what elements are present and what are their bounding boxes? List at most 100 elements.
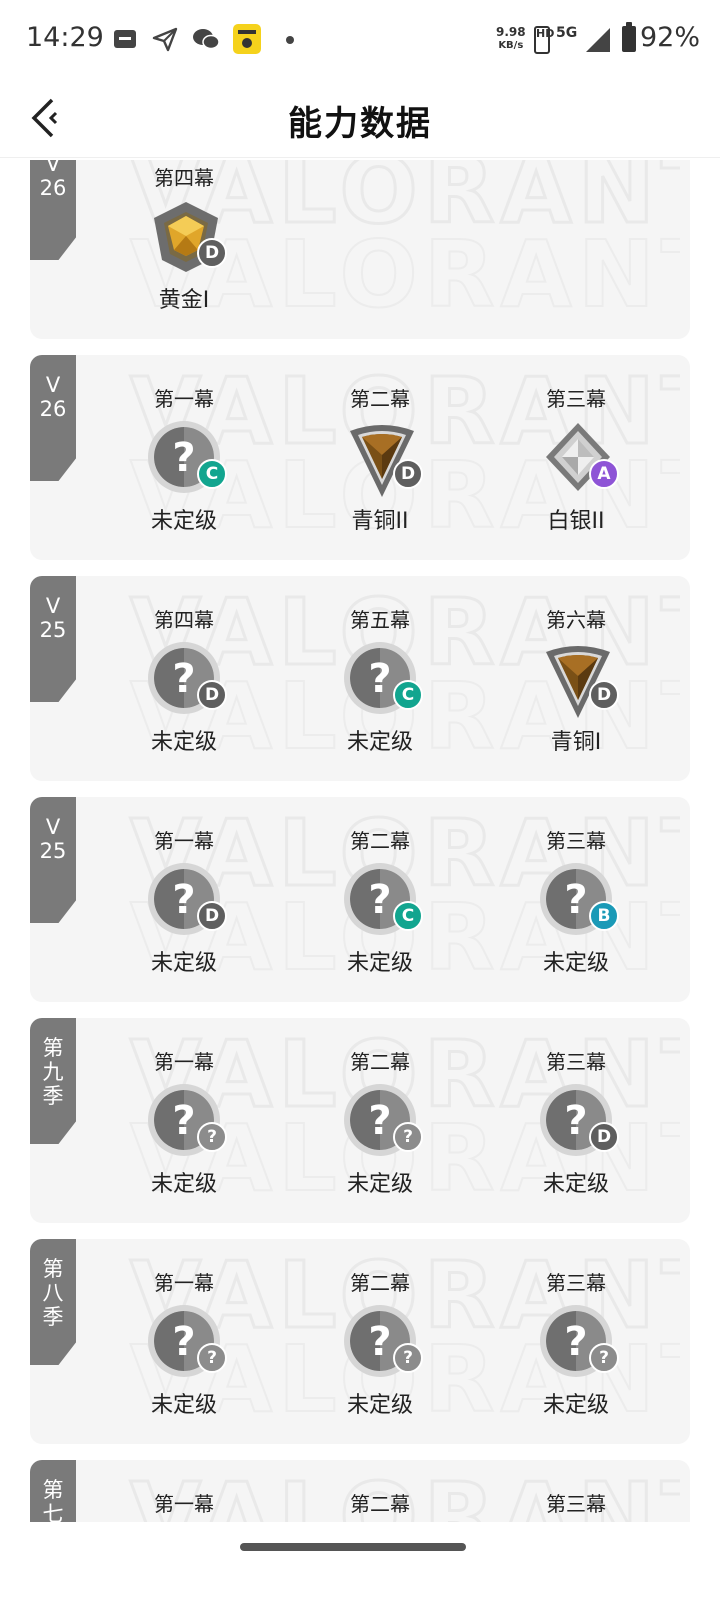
home-indicator[interactable]: [240, 1543, 466, 1551]
act-item[interactable]: 第一幕 ? C 未定级: [104, 355, 264, 560]
season-tag: V 25: [30, 576, 76, 702]
grade-badge: D: [197, 680, 227, 710]
act-item[interactable]: 第一幕 ? D 未定级: [104, 797, 264, 1002]
act-item[interactable]: 第一幕: [104, 1460, 264, 1522]
rank-name: 未定级: [542, 1393, 609, 1418]
grade-badge: D: [589, 680, 619, 710]
act-item[interactable]: 第六幕 D 青铜I: [496, 576, 656, 781]
battery-icon: [622, 22, 636, 52]
svg-text:?: ?: [172, 1098, 195, 1144]
season-card[interactable]: VALORANT VALORANT V26第一幕 ? C未定级第二幕 D青铜II…: [30, 355, 690, 560]
season-tag-line: 第: [42, 1257, 64, 1281]
svg-text:?: ?: [172, 435, 195, 481]
rank-name: 未定级: [150, 730, 217, 755]
act-name: 第六幕: [546, 608, 606, 632]
app-header: 能力数据: [0, 82, 720, 158]
svg-text:?: ?: [172, 877, 195, 923]
season-tag: V 26: [30, 355, 76, 481]
act-name: 第二幕: [350, 829, 410, 853]
rank-name: 未定级: [150, 1393, 217, 1418]
rank-name: 未定级: [346, 951, 413, 976]
app-root: 14:29 9.98 KB/s HD 5G 92% 能力数据 VALORANT …: [0, 0, 720, 1600]
act-item[interactable]: 第二幕: [300, 1460, 460, 1522]
season-tag: V 26: [30, 160, 76, 260]
grade-badge: C: [393, 901, 423, 931]
svg-text:?: ?: [368, 1098, 391, 1144]
rank-name: 未定级: [150, 1172, 217, 1197]
act-item[interactable]: 第二幕 ? ? 未定级: [300, 1018, 460, 1223]
act-item[interactable]: 第三幕 ? B 未定级: [496, 797, 656, 1002]
act-item[interactable]: 第二幕 D 青铜II: [300, 355, 460, 560]
season-tag-line: 季: [42, 1084, 64, 1108]
svg-text:?: ?: [564, 1098, 587, 1144]
act-name: 第二幕: [350, 1050, 410, 1074]
grade-badge: D: [393, 459, 423, 489]
act-item[interactable]: 第一幕 ? ? 未定级: [104, 1239, 264, 1444]
act-name: 第一幕: [154, 1271, 214, 1295]
act-name: 第二幕: [350, 387, 410, 411]
act-name: 第二幕: [350, 1271, 410, 1295]
grade-badge: D: [197, 901, 227, 931]
act-name: 第四幕: [154, 608, 214, 632]
net-speed: 9.98 KB/s: [496, 26, 526, 52]
act-item[interactable]: 第四幕 ? D 未定级: [104, 576, 264, 781]
send-icon: [152, 27, 178, 52]
net-speed-value: 9.98: [496, 25, 526, 39]
act-item[interactable]: 第四幕 D 黄金I: [104, 160, 264, 339]
grade-badge: A: [589, 459, 619, 489]
act-name: 第三幕: [546, 1050, 606, 1074]
grade-badge: D: [589, 1122, 619, 1152]
act-item[interactable]: 第二幕 ? ? 未定级: [300, 1239, 460, 1444]
grade-badge: ?: [197, 1343, 227, 1373]
season-card[interactable]: VALORANT VALORANT 第九季第一幕 ? ?未定级第二幕 ? ?未定…: [30, 1018, 690, 1223]
act-item[interactable]: 第五幕 ? C 未定级: [300, 576, 460, 781]
season-card[interactable]: VALORANT VALORANT V 26 第四幕 D 黄金I: [30, 160, 690, 339]
season-tag-line: 第: [42, 1036, 64, 1060]
rank-name: 白银II: [547, 509, 605, 534]
season-list[interactable]: VALORANT VALORANT V 26 第四幕 D 黄金I VALORANT V…: [0, 160, 720, 1522]
message-icon: [114, 30, 136, 48]
season-tag-line: 25: [39, 839, 67, 863]
svg-text:?: ?: [368, 656, 391, 702]
season-tag-line: 季: [42, 1305, 64, 1329]
app-icon: [233, 24, 261, 54]
act-item[interactable]: 第二幕 ? C 未定级: [300, 797, 460, 1002]
dot-icon: [286, 36, 294, 44]
season-tag-line: 九: [42, 1060, 64, 1084]
act-item[interactable]: 第三幕: [496, 1460, 656, 1522]
rank-name: 未定级: [150, 951, 217, 976]
season-tag-line: V: [45, 373, 61, 397]
season-tag-line: 26: [39, 397, 67, 421]
rank-name: 未定级: [346, 730, 413, 755]
act-name: 第三幕: [546, 1492, 606, 1516]
act-name: 第四幕: [154, 166, 214, 190]
svg-text:?: ?: [172, 1319, 195, 1365]
season-card[interactable]: VALORANT VALORANT V25第一幕 ? D未定级第二幕 ? C未定…: [30, 797, 690, 1002]
grade-badge: C: [393, 680, 423, 710]
season-tag: 第七季: [30, 1460, 76, 1522]
season-tag: V 25: [30, 797, 76, 923]
grade-badge: ?: [393, 1122, 423, 1152]
act-name: 第一幕: [154, 387, 214, 411]
season-tag-line: 七: [42, 1502, 64, 1522]
act-name: 第五幕: [350, 608, 410, 632]
season-card[interactable]: VALORANT VALORANT 第八季第一幕 ? ?未定级第二幕 ? ?未定…: [30, 1239, 690, 1444]
season-tag-line: V: [45, 594, 61, 618]
act-name: 第三幕: [546, 829, 606, 853]
rank-name: 未定级: [346, 1172, 413, 1197]
act-item[interactable]: 第三幕 A 白银II: [496, 355, 656, 560]
act-item[interactable]: 第三幕 ? D 未定级: [496, 1018, 656, 1223]
grade-badge: B: [589, 901, 619, 931]
act-item[interactable]: 第三幕 ? ? 未定级: [496, 1239, 656, 1444]
act-name: 第二幕: [350, 1492, 410, 1516]
grade-badge: D: [197, 238, 227, 268]
season-tag-line: V: [45, 815, 61, 839]
rank-name: 未定级: [542, 951, 609, 976]
rank-name: 青铜I: [550, 730, 602, 755]
act-item[interactable]: 第一幕 ? ? 未定级: [104, 1018, 264, 1223]
act-name: 第一幕: [154, 1492, 214, 1516]
svg-text:?: ?: [564, 877, 587, 923]
season-card[interactable]: VALORANT VALORANT 第七季第一幕第二幕第三幕: [30, 1460, 690, 1522]
season-card[interactable]: VALORANT VALORANT V25第四幕 ? D未定级第五幕 ? C未定…: [30, 576, 690, 781]
hd-badge: HD: [534, 26, 554, 54]
